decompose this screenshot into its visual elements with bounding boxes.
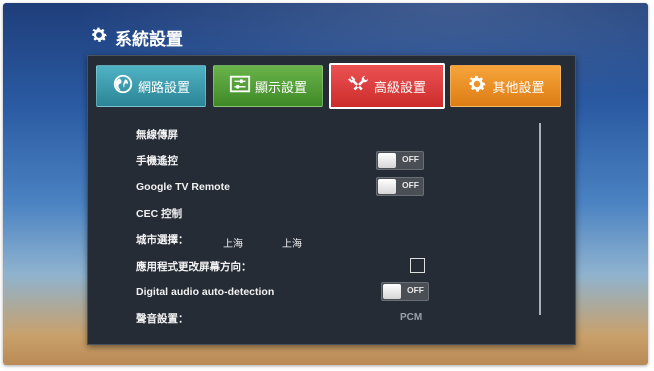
- tab-advanced-settings[interactable]: 高級設置: [329, 63, 445, 109]
- setting-google-tv-remote-label: Google TV Remote: [136, 178, 230, 196]
- tools-icon: [347, 73, 370, 99]
- tab-network-settings[interactable]: 網路設置: [96, 65, 206, 107]
- city-value-primary[interactable]: 上海: [223, 235, 243, 250]
- setting-label: 手機遙控: [136, 154, 178, 167]
- window-title: 系統設置: [89, 25, 183, 50]
- tab-display-settings[interactable]: 顯示設置: [213, 65, 323, 107]
- app-orientation-checkbox[interactable]: [410, 258, 425, 273]
- tab-label: 顯示設置: [254, 80, 307, 96]
- gear-icon: [89, 25, 109, 50]
- tab-other-settings[interactable]: 其他設置: [450, 65, 561, 107]
- toggle-knob: [383, 284, 401, 299]
- setting-label: Google TV Remote: [136, 181, 230, 193]
- city-value-secondary[interactable]: 上海: [282, 235, 302, 250]
- display-sliders-icon: [229, 73, 251, 99]
- setting-phone-remote-label: 手機遙控: [136, 151, 178, 169]
- toggle-state: OFF: [402, 154, 419, 164]
- toggle-knob: [378, 153, 396, 168]
- setting-label: 城市選擇：: [136, 233, 189, 246]
- settings-panel: 網路設置 顯示設置 高級設置 其他設置 無線傳屏 手機遙控 OFF Google…: [87, 55, 576, 345]
- sound-output-value[interactable]: PCM: [400, 312, 422, 323]
- setting-cec-control[interactable]: CEC 控制: [136, 204, 182, 222]
- toggle-state: OFF: [407, 285, 424, 295]
- gear-icon: [466, 73, 488, 99]
- setting-digital-audio-label: Digital audio auto-detection: [136, 283, 274, 301]
- tv-screen: 系統設置 網路設置 顯示設置 高級設置 其他設置 無線傳屏 手機遙控 OFF G…: [3, 3, 648, 365]
- tab-label: 其他設置: [492, 80, 545, 96]
- tab-label: 高級設置: [373, 80, 426, 96]
- globe-icon: [112, 73, 134, 99]
- setting-label: 應用程式更改屏幕方向：: [136, 260, 252, 273]
- window-title-text: 系統設置: [115, 29, 183, 50]
- setting-label: CEC 控制: [136, 207, 183, 220]
- setting-label: 聲音設置：: [136, 312, 189, 325]
- setting-wireless-display[interactable]: 無線傳屏: [136, 125, 178, 143]
- setting-city-label: 城市選擇：: [136, 230, 189, 248]
- setting-sound-label: 聲音設置：: [136, 309, 189, 327]
- phone-remote-toggle[interactable]: OFF: [376, 151, 424, 170]
- scrollbar[interactable]: [539, 123, 541, 315]
- toggle-knob: [378, 179, 396, 194]
- toggle-state: OFF: [402, 180, 419, 190]
- digital-audio-toggle[interactable]: OFF: [381, 282, 429, 301]
- tab-label: 網路設置: [137, 80, 190, 96]
- google-tv-remote-toggle[interactable]: OFF: [376, 177, 424, 196]
- setting-label: 無線傳屏: [136, 128, 178, 141]
- setting-label: Digital audio auto-detection: [136, 286, 275, 298]
- setting-app-orientation-label: 應用程式更改屏幕方向：: [136, 257, 252, 275]
